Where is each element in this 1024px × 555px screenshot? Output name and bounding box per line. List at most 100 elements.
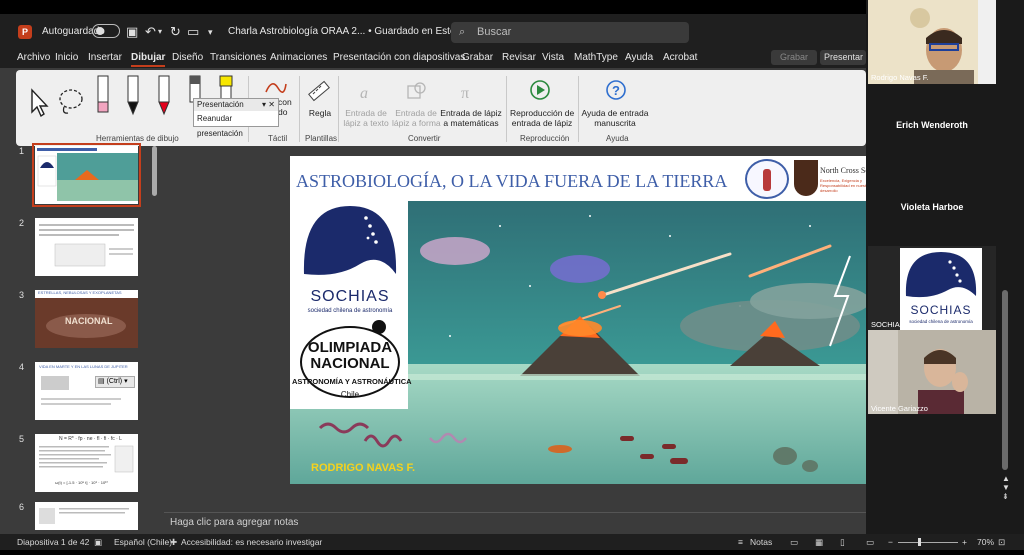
video-tile-vicente[interactable]: Vicente Gariazzo <box>868 330 996 414</box>
reading-view-icon[interactable]: ▯ <box>840 537 845 548</box>
lasso-select-icon[interactable] <box>56 86 86 118</box>
north-cross-shield-icon <box>794 160 818 196</box>
tab-diseno[interactable]: Diseño <box>172 52 203 63</box>
zoom-level[interactable]: 70% <box>977 537 994 547</box>
redo-icon[interactable]: ↻ <box>170 24 181 40</box>
thumbnail-number: 2 <box>19 218 25 228</box>
slide-thumbnail-4[interactable]: VIDA EN MARTE Y EN LAS LUNAS DE JUPITER … <box>35 362 138 420</box>
accessibility-status[interactable]: Accesibilidad: es necesario investigar <box>181 537 322 547</box>
slide-author[interactable]: RODRIGO NAVAS F. <box>311 462 415 474</box>
tab-archivo[interactable]: Archivo <box>17 52 50 63</box>
slide-thumbnail-4-preview <box>41 376 121 405</box>
tab-dibujar[interactable]: Dibujar <box>131 52 166 67</box>
tab-mathtype[interactable]: MathType <box>574 52 618 63</box>
slide-thumbnail-1[interactable] <box>32 143 141 207</box>
red-pen-icon[interactable] <box>155 74 173 118</box>
tab-inicio[interactable]: Inicio <box>55 52 78 63</box>
zoom-slider[interactable] <box>898 542 958 543</box>
slide-thumbnail-panel: 1 2 3 ESTRELLAS, NEBULOSAS Y EXOPLANETAS… <box>0 143 162 546</box>
tab-insertar[interactable]: Insertar <box>88 52 122 63</box>
search-box[interactable]: ⌕ Buscar <box>451 22 689 43</box>
slide-thumbnail-2[interactable] <box>35 218 138 276</box>
participant-panel: Rodrigo Navas F. Erich Wenderoth Violeta… <box>866 0 1024 534</box>
tab-vista[interactable]: Vista <box>542 52 564 63</box>
scroll-arrows-icon[interactable]: ▲ ▼ ⇟ <box>1002 474 1010 501</box>
ink-help-icon[interactable]: ? <box>604 78 628 102</box>
ink-to-shape-icon[interactable] <box>404 80 428 104</box>
zoom-out-icon[interactable]: − <box>888 537 893 547</box>
thumbnail-number: 1 <box>19 146 25 156</box>
tab-revisar[interactable]: Revisar <box>502 52 536 63</box>
touch-draw-icon[interactable] <box>260 76 290 98</box>
slide-thumbnail-3[interactable]: ESTRELLAS, NEBULOSAS Y EXOPLANETAS NACIO… <box>35 290 138 348</box>
tab-acrobat[interactable]: Acrobat <box>663 52 697 63</box>
zoom-in-icon[interactable]: + <box>962 537 967 547</box>
autosave-toggle[interactable] <box>92 24 120 38</box>
eraser-icon[interactable] <box>94 74 112 118</box>
customize-toolbar-icon[interactable]: ▾ <box>208 27 213 38</box>
notes-pane[interactable]: Haga clic para agregar notas <box>164 512 866 534</box>
search-icon: ⌕ <box>459 26 466 38</box>
slide-thumbnail-5[interactable]: N = R* · fp · ne · fl · fi · fc · L ω(t)… <box>35 434 138 492</box>
title-bar: P Autoguardado ▣ ↶ ▾ ↻ ▭ ▾ Charla Astrob… <box>0 14 866 48</box>
ink-to-shape-label[interactable]: Entrada de lápiz a forma <box>392 108 441 128</box>
undo-icon[interactable]: ↶ <box>145 24 156 40</box>
slideshow-view-icon[interactable]: ▭ <box>866 537 874 548</box>
search-placeholder: Buscar <box>477 26 512 38</box>
ink-to-math-icon[interactable]: π <box>458 80 482 104</box>
ink-help-label[interactable]: Ayuda de entrada manuscrita <box>580 108 650 128</box>
slide-thumbnail-6-preview <box>39 508 129 524</box>
thumbnail-number: 4 <box>19 362 25 372</box>
school-seal-logo <box>745 159 789 199</box>
ribbon-separator <box>299 76 300 142</box>
tab-transiciones[interactable]: Transiciones <box>210 52 266 63</box>
undo-dropdown-icon[interactable]: ▾ <box>158 27 162 36</box>
ruler-icon[interactable] <box>306 78 332 104</box>
slide-thumbnail-2-preview <box>39 224 134 267</box>
rodrigo-video <box>868 0 996 84</box>
slide-title[interactable]: ASTROBIOLOGÍA, O LA VIDA FUERA DE LA TIE… <box>296 171 727 192</box>
status-bar: Diapositiva 1 de 42 ▣ Español (Chile) ✚ … <box>0 534 1024 550</box>
touch-draw-label: con do <box>278 97 292 117</box>
video-tile-rodrigo[interactable]: Rodrigo Navas F. <box>868 0 996 84</box>
ink-to-text-icon[interactable]: a <box>356 80 380 104</box>
record-button[interactable]: Grabar <box>771 50 817 65</box>
ink-to-text-label[interactable]: Entrada de lápiz a texto <box>342 108 390 128</box>
video-tile-sochias[interactable]: SOCHIAS sociedad chilena de astronomía S… <box>868 246 996 330</box>
sorter-view-icon[interactable]: ▦ <box>815 537 823 548</box>
olimpiada-line-3: ASTRONOMÍA Y ASTRONÁUTICA <box>292 377 412 386</box>
black-pen-icon[interactable] <box>124 74 142 118</box>
save-icon[interactable]: ▣ <box>126 24 138 40</box>
fit-slide-icon[interactable]: ⊡ <box>998 537 1005 548</box>
ink-to-math-label[interactable]: Entrada de lápiz a matemáticas <box>440 108 502 128</box>
popup-close-icon[interactable]: ▾ ✕ <box>262 99 275 111</box>
group-label-help: Ayuda <box>606 134 629 143</box>
tab-grabar[interactable]: Grabar <box>462 52 493 63</box>
group-label-drawing-tools: Herramientas de dibujo <box>96 134 179 143</box>
resume-presentation-item[interactable]: Reanudar presentación <box>194 111 278 138</box>
select-cursor-icon[interactable] <box>28 86 50 118</box>
current-slide[interactable]: ASTROBIOLOGÍA, O LA VIDA FUERA DE LA TIE… <box>290 156 876 484</box>
participant-scrollbar[interactable] <box>1002 290 1008 470</box>
tab-presentacion[interactable]: Presentación con diapositivas <box>333 52 465 63</box>
ink-replay-label[interactable]: Reproducción de entrada de lápiz <box>510 108 574 128</box>
notes-icon: ≡ <box>738 537 743 547</box>
ink-replay-icon[interactable] <box>528 78 552 102</box>
slide-thumbnail-6[interactable] <box>35 502 138 530</box>
zoom-slider-thumb[interactable] <box>918 538 921 546</box>
language-indicator[interactable]: Español (Chile) <box>114 537 172 547</box>
participant-name-rodrigo: Rodrigo Navas F. <box>871 73 929 82</box>
thumbnail-scrollbar[interactable] <box>152 146 157 196</box>
accessibility-icon: ✚ <box>170 537 178 547</box>
normal-view-icon[interactable]: ▭ <box>790 537 798 548</box>
svg-text:?: ? <box>612 83 620 98</box>
notes-toggle[interactable]: Notas <box>750 537 772 547</box>
present-button[interactable]: Presentar <box>820 50 866 65</box>
slideshow-start-icon[interactable]: ▭ <box>187 24 199 40</box>
document-title[interactable]: Charla Astrobiología ORAA 2... • Guardad… <box>228 26 472 37</box>
tab-ayuda[interactable]: Ayuda <box>625 52 653 63</box>
spellcheck-icon[interactable]: ▣ <box>94 537 102 548</box>
tab-animaciones[interactable]: Animaciones <box>270 52 327 63</box>
ribbon: Herramientas de dibujo con do Táctil Reg… <box>16 70 866 146</box>
svg-text:π: π <box>461 85 469 102</box>
